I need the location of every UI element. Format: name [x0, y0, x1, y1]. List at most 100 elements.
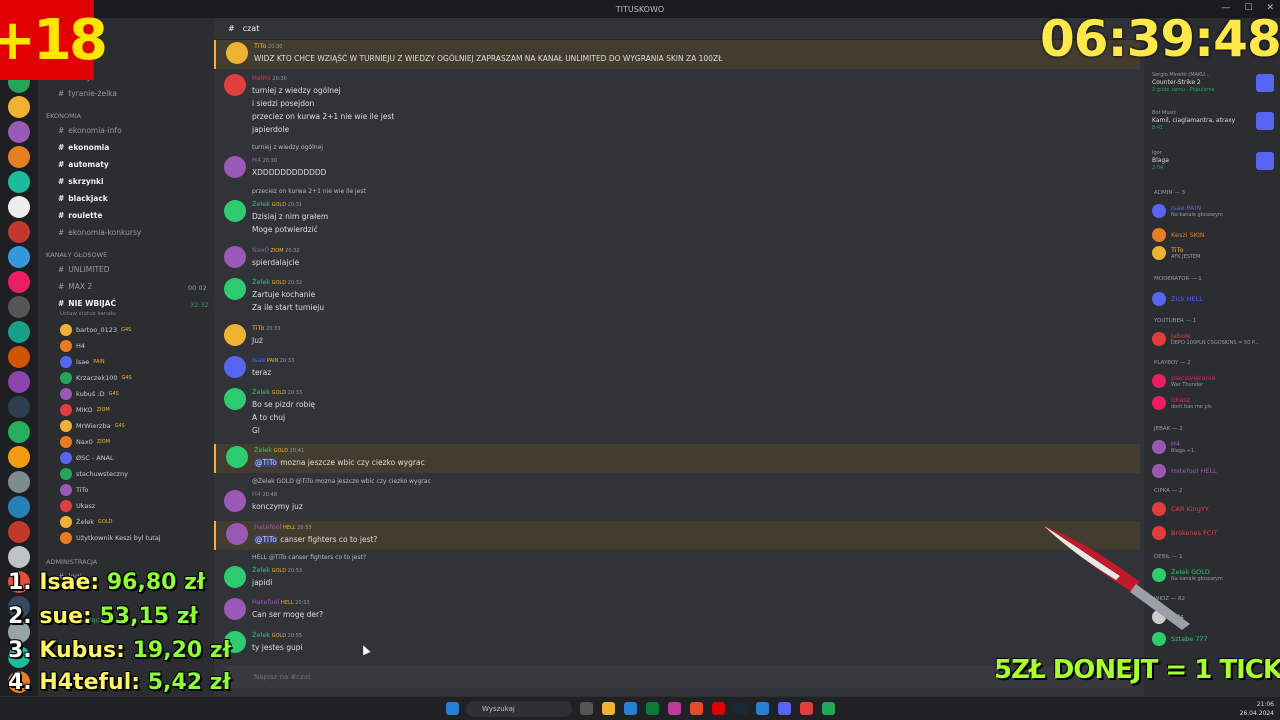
member-item[interactable]: Jabole DEPO 100PLN CSGOSKINS = 50 P...: [1152, 332, 1259, 346]
voice-user[interactable]: Krzaczek100 G4S: [60, 372, 132, 384]
voice-user[interactable]: MIKO ZIOM: [60, 404, 110, 416]
avatar[interactable]: [224, 156, 246, 178]
author-name[interactable]: H4: [252, 490, 261, 498]
channel-item[interactable]: # NIE WBIJAĆ: [58, 299, 116, 308]
member-item[interactable]: piecswieranie War Thunder: [1152, 374, 1216, 388]
discord-icon[interactable]: [778, 702, 791, 715]
avatar[interactable]: [224, 566, 246, 588]
server-icon[interactable]: [8, 471, 30, 493]
task-view-icon[interactable]: [580, 702, 593, 715]
server-icon[interactable]: [8, 396, 30, 418]
server-icon[interactable]: [8, 196, 30, 218]
chat-message[interactable]: @Żelek GOLD @TiTo mozna jeszcze wbic czy…: [214, 476, 1140, 517]
reply-preview[interactable]: HELL @TiTo canser fighters co to jest?: [252, 554, 366, 561]
category-31[interactable]: ADMINISTRACJA: [46, 558, 97, 566]
voice-user[interactable]: MrWierzba G4S: [60, 420, 125, 432]
author-name[interactable]: TiTo: [254, 42, 266, 50]
voice-status[interactable]: Ustaw status kanału: [60, 311, 116, 317]
start-icon[interactable]: [446, 702, 459, 715]
activity-card[interactable]: Bot Music Kamil, ciaglamantra, atraxy 8:41: [1152, 110, 1274, 131]
activity-card[interactable]: Sergio Minetti (MAKU... Counter-Strike 22…: [1152, 72, 1274, 93]
server-icon[interactable]: [8, 546, 30, 568]
category-4[interactable]: EKONOMIA: [46, 112, 81, 120]
channel-item[interactable]: # MAX 2: [58, 282, 92, 291]
voice-user[interactable]: Isae PAIN: [60, 356, 105, 368]
server-icon[interactable]: [8, 421, 30, 443]
server-icon[interactable]: [8, 496, 30, 518]
member-item[interactable]: CAR KingYY: [1152, 502, 1209, 516]
obs-icon[interactable]: [800, 702, 813, 715]
voice-user[interactable]: Ukasz: [60, 500, 95, 512]
member-item[interactable]: Ukasz dont ban me pls: [1152, 396, 1212, 410]
edge-icon[interactable]: [624, 702, 637, 715]
chat-message[interactable]: TiTo 20:33 Już: [214, 322, 1140, 351]
voice-user[interactable]: Nax0 ZIOM: [60, 436, 110, 448]
reply-preview[interactable]: turniej z wiedzy ogólnej: [252, 144, 323, 151]
author-name[interactable]: Helmi: [252, 74, 271, 82]
chat-message[interactable]: Nax0 ZIOM 20:32 spierdalajcie: [214, 244, 1140, 273]
voice-user[interactable]: Użytkownik Keszi byl tutaj: [60, 532, 161, 544]
avatar[interactable]: [226, 446, 248, 468]
server-icon[interactable]: [8, 146, 30, 168]
avatar[interactable]: [224, 598, 246, 620]
category-12[interactable]: KANAŁY GŁOSOWE: [46, 251, 107, 259]
server-icon[interactable]: [8, 121, 30, 143]
activity-card[interactable]: Igor Blaga 2:04: [1152, 150, 1274, 171]
member-item[interactable]: Sztabe 777: [1152, 632, 1208, 646]
author-name[interactable]: H4: [252, 156, 261, 164]
avatar[interactable]: [224, 490, 246, 512]
server-icon[interactable]: [8, 521, 30, 543]
member-item[interactable]: TiTo AFK JESTEM: [1152, 246, 1201, 260]
chat-message[interactable]: Helmi 20:30 turniej z wiedzy ogólnej i sie…: [214, 72, 1140, 140]
author-name[interactable]: Żelek: [252, 278, 270, 286]
chat-message[interactable]: turniej z wiedzy ogólnej H4 20:30 XDDDDDDD…: [214, 142, 1140, 183]
channel-item[interactable]: # ekonomia-info: [58, 126, 122, 135]
avatar[interactable]: [224, 74, 246, 96]
author-name[interactable]: Hatefool: [254, 523, 281, 531]
chat-message[interactable]: Żelek GOLD 20:41 @TiTo mozna jeszcze wbic…: [214, 444, 1140, 473]
steam-icon[interactable]: [734, 702, 747, 715]
member-item[interactable]: H4 Blaga +1: [1152, 440, 1194, 454]
member-item[interactable]: Hatefool HELL: [1152, 464, 1217, 478]
author-name[interactable]: Żelek: [252, 566, 270, 574]
avatar[interactable]: [224, 246, 246, 268]
voice-user[interactable]: kubuś :D G4S: [60, 388, 119, 400]
member-item[interactable]: Zick HELL: [1152, 292, 1203, 306]
opera-icon[interactable]: [712, 702, 725, 715]
voice-user[interactable]: ØSC - ANAL: [60, 452, 114, 464]
chat-message[interactable]: HELL @TiTo canser fighters co to jest? Że…: [214, 552, 1140, 593]
author-name[interactable]: TiTo: [252, 324, 264, 332]
mail-icon[interactable]: [756, 702, 769, 715]
author-name[interactable]: Żelek: [252, 200, 270, 208]
voice-user[interactable]: stachuwsteczny: [60, 468, 128, 480]
server-icon[interactable]: [8, 271, 30, 293]
chat-message[interactable]: Hatefool HELL 20:53 @TiTo canser fighters…: [214, 521, 1140, 550]
explorer-icon[interactable]: [602, 702, 615, 715]
author-name[interactable]: Żelek: [252, 631, 270, 639]
member-item[interactable]: Isae PAIN Na kanale głosowym: [1152, 204, 1223, 218]
voice-user[interactable]: Żelek GOLD: [60, 516, 112, 528]
author-name[interactable]: Isae: [252, 356, 265, 364]
avatar[interactable]: [226, 523, 248, 545]
avatar[interactable]: [224, 278, 246, 300]
avatar[interactable]: [224, 388, 246, 410]
voice-user[interactable]: bartoo_0123 G4S: [60, 324, 131, 336]
channel-item[interactable]: # blackjack: [58, 194, 108, 203]
server-icon[interactable]: [8, 96, 30, 118]
channel-item[interactable]: # skrzynki: [58, 177, 104, 186]
server-icon[interactable]: [8, 446, 30, 468]
app-icon[interactable]: [668, 702, 681, 715]
server-icon[interactable]: [8, 296, 30, 318]
app2-icon[interactable]: [690, 702, 703, 715]
server-icon[interactable]: [8, 221, 30, 243]
store-icon[interactable]: [646, 702, 659, 715]
chat-message[interactable]: Hatefool HELL 20:53 Can ser mogę der?: [214, 596, 1140, 625]
chat-message[interactable]: Żelek GOLD 20:32 Zartuje kochanie Za ile s…: [214, 276, 1140, 318]
channel-item[interactable]: # tyranie-żelka: [58, 89, 117, 98]
chat-message[interactable]: TiTo 20:30 WIDZ KTO CHCE WZIĄŚĆ W TURNIEJ…: [214, 40, 1140, 69]
voice-user[interactable]: TiTo: [60, 484, 88, 496]
channel-item[interactable]: # ekonomia-konkursy: [58, 228, 141, 237]
voice-user[interactable]: H4: [60, 340, 85, 352]
mention[interactable]: @TiTo: [254, 458, 278, 467]
server-icon[interactable]: [8, 346, 30, 368]
